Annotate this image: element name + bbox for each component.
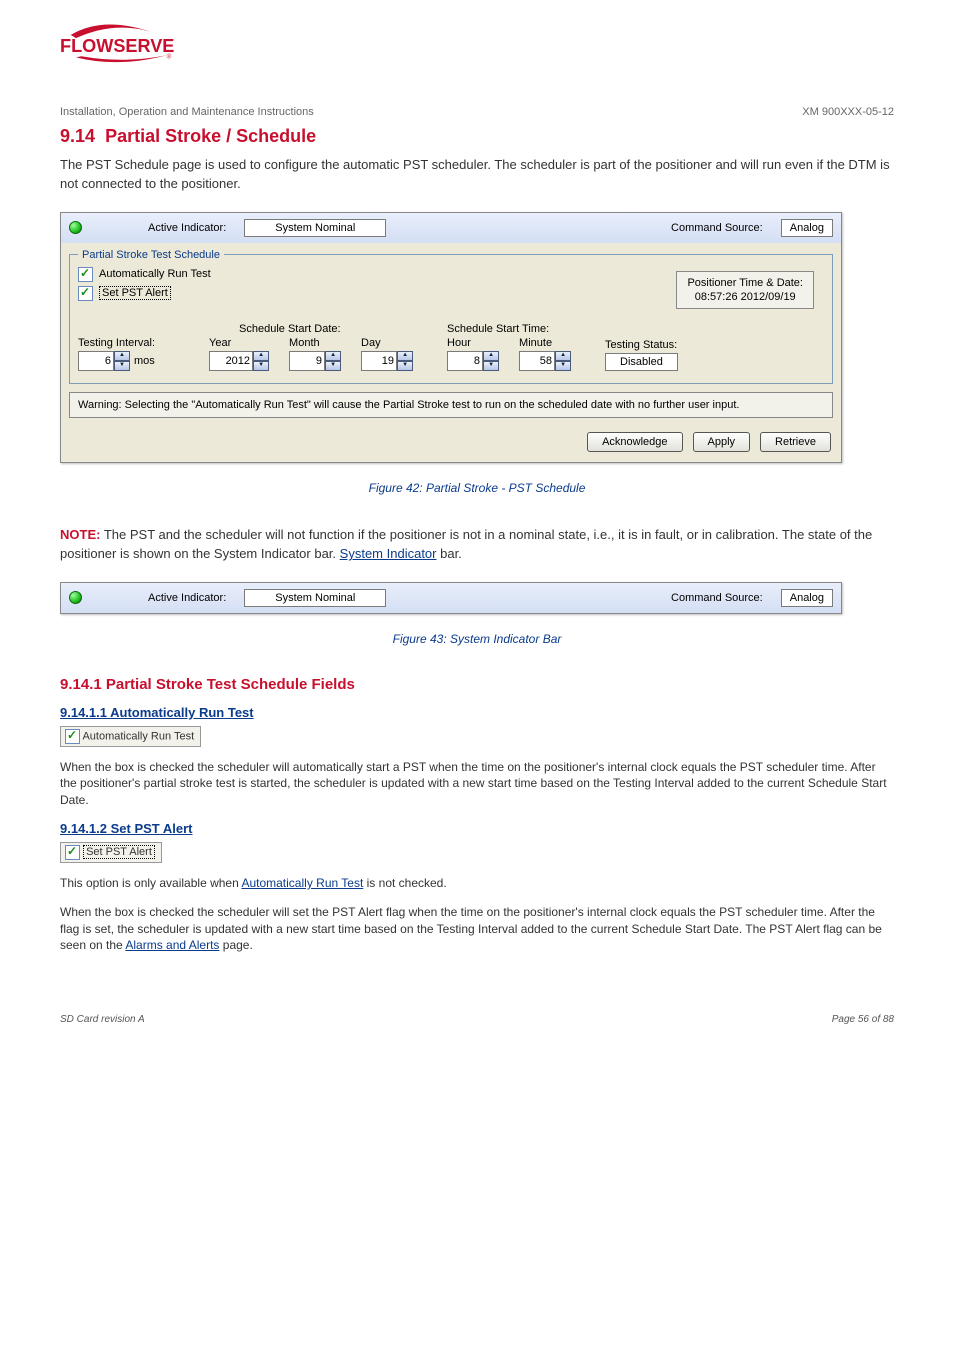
auto-run-label: Automatically Run Test xyxy=(99,268,211,280)
system-indicator-bar-figure: Active Indicator: System Nominal Command… xyxy=(60,582,842,614)
testing-interval-spinner[interactable]: ▲▼ mos xyxy=(78,351,155,371)
schedule-grid: Testing Interval: ▲▼ mos Schedule Start … xyxy=(78,323,824,371)
section-intro: The PST Schedule page is used to configu… xyxy=(60,155,894,194)
schedule-start-date-label: Schedule Start Date: xyxy=(239,323,413,335)
pst-schedule-window: Active Indicator: System Nominal Command… xyxy=(60,212,842,463)
minute-spinner[interactable]: ▲▼ xyxy=(519,351,571,371)
schedule-start-time-label: Schedule Start Time: xyxy=(447,323,571,335)
footer-left: SD Card revision A xyxy=(60,1014,145,1025)
section-heading: 9.14 Partial Stroke / Schedule xyxy=(60,126,894,147)
auto-run-subheading: 9.14.1.1 Automatically Run Test xyxy=(60,705,894,720)
note-paragraph: NOTE: The PST and the scheduler will not… xyxy=(60,525,894,564)
doc-ref: XM 900XXX-05-12 xyxy=(802,106,894,118)
set-pst-alert-checkbox[interactable]: ✓ xyxy=(78,286,93,301)
figure-43-caption: Figure 43: System Indicator Bar xyxy=(60,632,894,646)
svg-text:®: ® xyxy=(167,52,172,60)
pst-group-title: Partial Stroke Test Schedule xyxy=(78,249,224,261)
retrieve-button[interactable]: Retrieve xyxy=(760,432,831,452)
day-spinner[interactable]: ▲▼ xyxy=(361,351,413,371)
warning-text: Warning: Selecting the "Automatically Ru… xyxy=(69,392,833,418)
figure-42-caption: Figure 42: Partial Stroke - PST Schedule xyxy=(60,481,894,495)
hour-spinner[interactable]: ▲▼ xyxy=(447,351,499,371)
set-pst-desc-1: This option is only available when Autom… xyxy=(60,875,894,892)
command-source-label: Command Source: xyxy=(671,222,763,234)
alarms-alerts-link[interactable]: Alarms and Alerts xyxy=(125,938,219,952)
apply-button[interactable]: Apply xyxy=(693,432,751,452)
set-pst-alert-label: Set PST Alert xyxy=(99,286,171,300)
auto-run-checkbox[interactable]: ✓ xyxy=(78,267,93,282)
command-source-value: Analog xyxy=(781,219,833,237)
auto-run-link[interactable]: Automatically Run Test xyxy=(241,876,363,890)
positioner-datetime-box: Positioner Time & Date: 08:57:26 2012/09… xyxy=(676,271,814,310)
set-pst-desc-2: When the box is checked the scheduler wi… xyxy=(60,904,894,954)
spin-down-icon: ▼ xyxy=(114,361,130,371)
doc-header: Installation, Operation and Maintenance … xyxy=(60,106,894,118)
acknowledge-button[interactable]: Acknowledge xyxy=(587,432,682,452)
set-pst-mini-figure: ✓ Set PST Alert xyxy=(60,842,162,863)
status-led-icon xyxy=(69,591,82,604)
testing-interval-label: Testing Interval: xyxy=(78,337,155,349)
system-indicator-bar: Active Indicator: System Nominal Command… xyxy=(61,213,841,243)
active-indicator-value: System Nominal xyxy=(244,219,386,237)
year-spinner[interactable]: ▲▼ xyxy=(209,351,269,371)
pst-schedule-group: Partial Stroke Test Schedule ✓ Automatic… xyxy=(69,249,833,384)
active-indicator-label: Active Indicator: xyxy=(148,222,226,234)
flowserve-logo: FLOWSERVE ® xyxy=(60,20,894,66)
spin-up-icon: ▲ xyxy=(114,351,130,361)
testing-status-value: Disabled xyxy=(605,353,678,371)
set-pst-subheading: 9.14.1.2 Set PST Alert xyxy=(60,821,894,836)
testing-status-label: Testing Status: xyxy=(605,339,678,351)
doc-type: Installation, Operation and Maintenance … xyxy=(60,106,314,118)
fields-heading: 9.14.1 Partial Stroke Test Schedule Fiel… xyxy=(60,676,894,693)
footer-right: Page 56 of 88 xyxy=(832,1014,894,1025)
month-spinner[interactable]: ▲▼ xyxy=(289,351,341,371)
page-footer: SD Card revision A Page 56 of 88 xyxy=(60,1014,894,1025)
system-indicator-link[interactable]: System Indicator xyxy=(340,546,437,561)
svg-text:FLOWSERVE: FLOWSERVE xyxy=(60,36,174,56)
status-led-icon xyxy=(69,221,82,234)
auto-run-mini-figure: ✓ Automatically Run Test xyxy=(60,726,201,747)
auto-run-description: When the box is checked the scheduler wi… xyxy=(60,759,894,809)
